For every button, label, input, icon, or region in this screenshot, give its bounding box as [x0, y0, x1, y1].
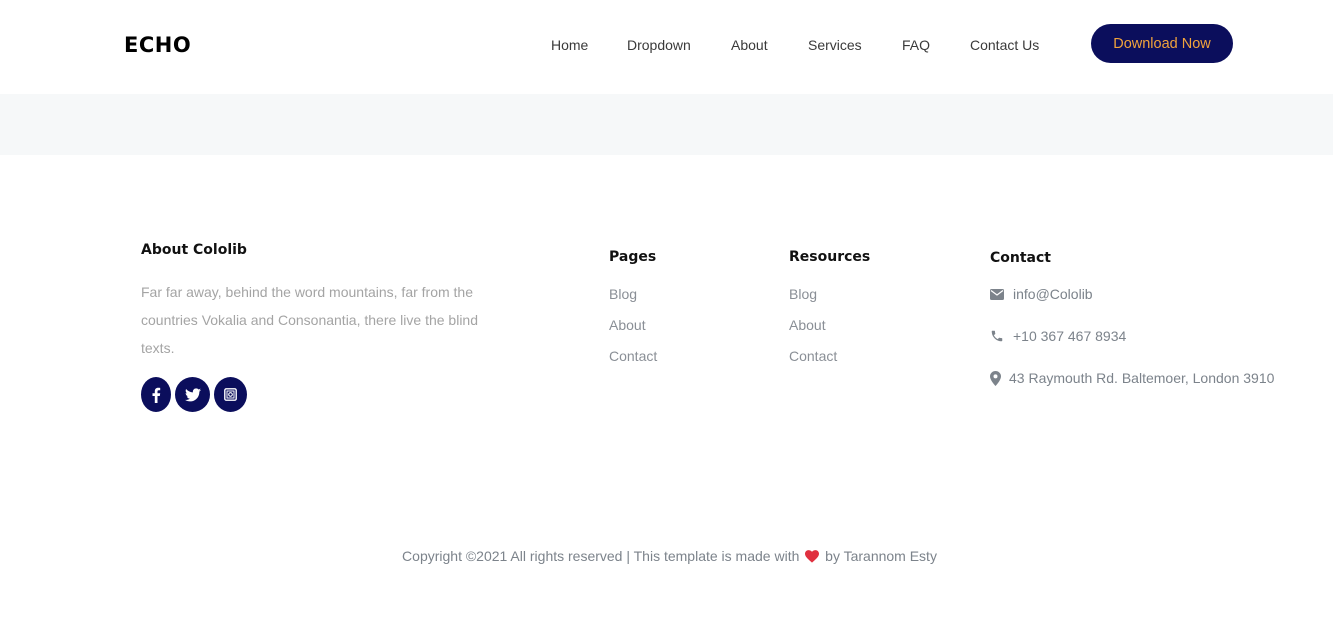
nav-home[interactable]: Home — [551, 37, 588, 53]
pages-link-blog[interactable]: Blog — [609, 286, 637, 302]
contact-address: 43 Raymouth Rd. Baltemoer, London 3910 — [990, 369, 1274, 387]
nav-services[interactable]: Services — [808, 37, 862, 53]
contact-email[interactable]: info@Cololib — [990, 285, 1093, 303]
instagram-button[interactable] — [214, 377, 247, 412]
pages-link-contact[interactable]: Contact — [609, 348, 657, 364]
copyright-suffix: by Tarannom Esty — [825, 548, 937, 564]
nav-faq[interactable]: FAQ — [902, 37, 930, 53]
resources-link-contact[interactable]: Contact — [789, 348, 837, 364]
nav-dropdown[interactable]: Dropdown — [627, 37, 691, 53]
nav-contact-us[interactable]: Contact Us — [970, 37, 1039, 53]
resources-title: Resources — [789, 249, 871, 265]
instagram-icon — [224, 388, 237, 401]
contact-phone[interactable]: +10 367 467 8934 — [990, 327, 1126, 345]
twitter-button[interactable] — [175, 377, 210, 412]
copyright: Copyright ©2021 All rights reserved | Th… — [0, 548, 1333, 564]
heart-icon — [805, 550, 820, 563]
map-marker-icon — [990, 370, 1001, 386]
twitter-icon — [184, 387, 201, 401]
contact-title: Contact — [990, 250, 1051, 266]
pages-title: Pages — [609, 249, 657, 265]
contact-email-text: info@Cololib — [1013, 286, 1093, 302]
resources-link-about[interactable]: About — [789, 317, 826, 333]
contact-phone-text: +10 367 467 8934 — [1013, 328, 1127, 344]
envelope-icon — [990, 288, 1004, 300]
phone-icon — [991, 330, 1003, 342]
copyright-prefix: Copyright ©2021 All rights reserved | Th… — [402, 548, 800, 564]
facebook-button[interactable] — [141, 377, 171, 412]
about-text: Far far away, behind the word mountains,… — [141, 284, 478, 356]
contact-address-text: 43 Raymouth Rd. Baltemoer, London 3910 — [1009, 370, 1275, 386]
site-logo[interactable]: ECHO — [124, 33, 191, 57]
nav-about[interactable]: About — [731, 37, 768, 53]
navbar: ECHO Home Dropdown About Services FAQ Co… — [0, 0, 1333, 94]
resources-link-blog[interactable]: Blog — [789, 286, 817, 302]
facebook-icon — [152, 387, 161, 403]
about-title: About Cololib — [141, 242, 247, 258]
pages-link-about[interactable]: About — [609, 317, 646, 333]
download-now-button[interactable]: Download Now — [1091, 24, 1233, 63]
hero-band — [0, 94, 1333, 155]
